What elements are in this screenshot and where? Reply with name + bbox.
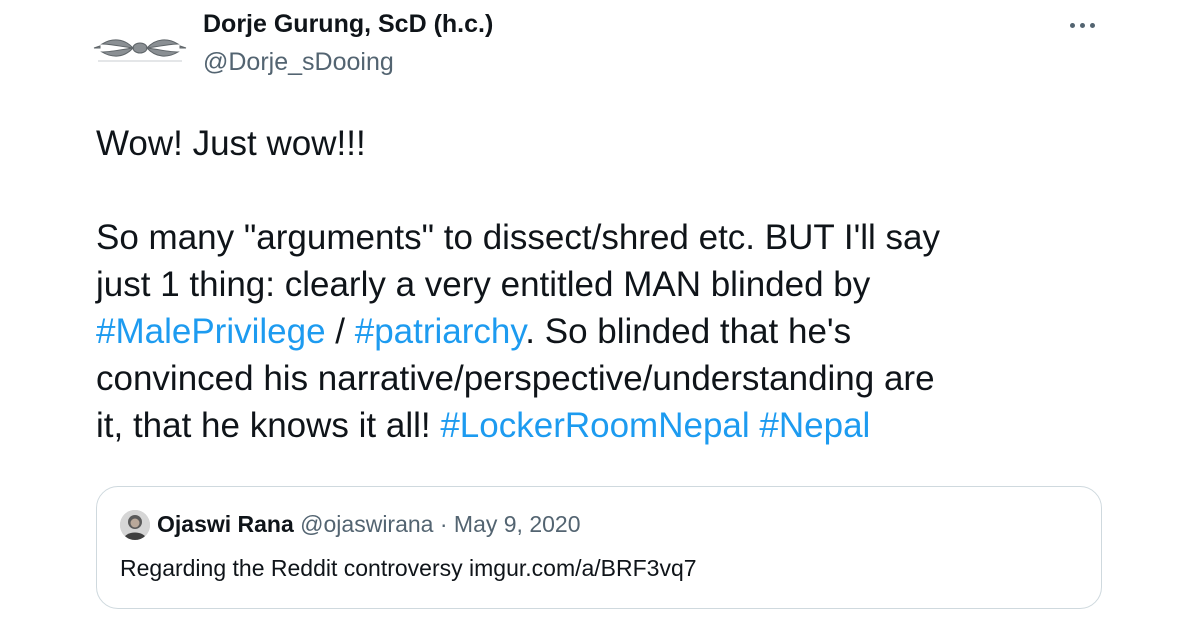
tweet-line: convinced his narrative/perspective/unde…: [96, 359, 935, 398]
hashtag-link-nepal[interactable]: #Nepal: [759, 406, 870, 445]
quoted-author-avatar[interactable]: [120, 510, 150, 540]
tweet-card: Dorje Gurung, ScD (h.c.) @Dorje_sDooing …: [0, 0, 1200, 628]
tweet-text-fragment: /: [325, 312, 355, 351]
hashtag-link-patriarchy[interactable]: #patriarchy: [355, 312, 526, 351]
tweet-line: #MalePrivilege / #patriarchy. So blinded…: [96, 308, 1136, 355]
tweet-text-fragment: it, that he knows it all!: [96, 406, 441, 445]
tweet-line: it, that he knows it all! #LockerRoomNep…: [96, 402, 1136, 449]
quoted-tweet-text: Regarding the Reddit controversy imgur.c…: [120, 555, 697, 581]
tweet-line: just 1 thing: clearly a very entitled MA…: [96, 265, 871, 304]
meta-separator: ·: [439, 511, 448, 537]
quoted-tweet[interactable]: Ojaswi Rana @ojaswirana · May 9, 2020 Re…: [96, 486, 1102, 609]
more-horizontal-icon: [1069, 22, 1095, 28]
tweet-text: Wow! Just wow!!! So many "arguments" to …: [96, 120, 1136, 449]
quoted-tweet-date[interactable]: May 9, 2020: [454, 511, 581, 537]
quoted-author-name[interactable]: Ojaswi Rana: [157, 511, 294, 537]
hashtag-link-lockerroomnepal[interactable]: #LockerRoomNepal: [440, 406, 749, 445]
author-display-name[interactable]: Dorje Gurung, ScD (h.c.): [203, 9, 493, 39]
tweet-line: So many "arguments" to dissect/shred etc…: [96, 218, 940, 257]
more-options-button[interactable]: [1062, 10, 1102, 40]
author-avatar[interactable]: [92, 8, 188, 104]
hashtag-link-maleprivilege[interactable]: #MalePrivilege: [96, 312, 326, 351]
person-photo-icon: [120, 510, 150, 540]
tweet-text-fragment: . So blinded that he's: [525, 312, 852, 351]
quoted-author-handle[interactable]: @ojaswirana: [300, 511, 433, 537]
author-handle[interactable]: @Dorje_sDooing: [203, 47, 394, 77]
tweet-text-fragment: [750, 406, 760, 445]
vajra-icon: [92, 8, 188, 104]
tweet-line: Wow! Just wow!!!: [96, 124, 366, 163]
quoted-tweet-header: Ojaswi Rana @ojaswirana · May 9, 2020: [157, 509, 581, 539]
